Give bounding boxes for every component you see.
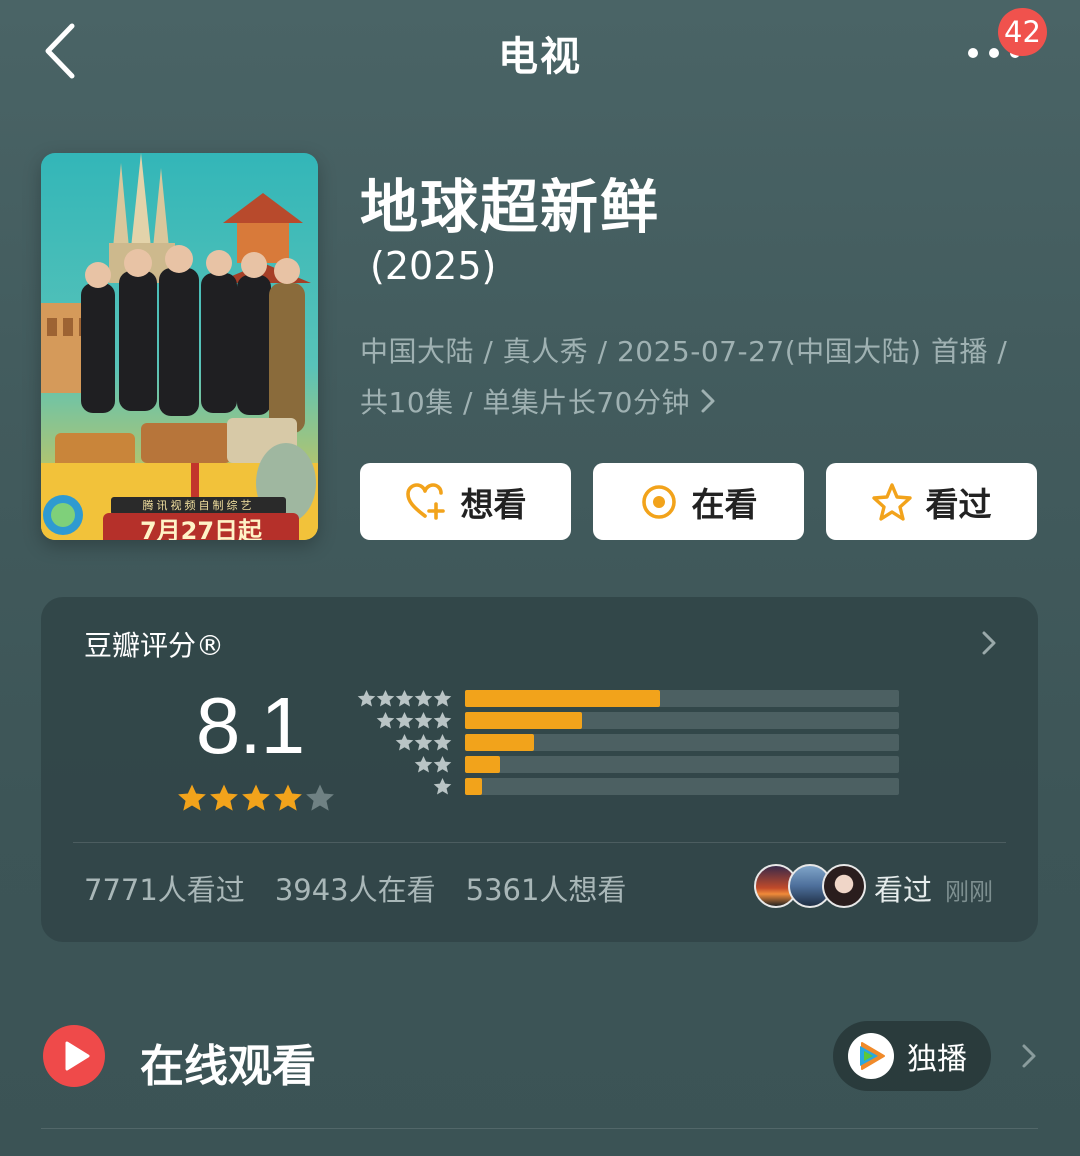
show-poster[interactable]: 腾讯视频自制综艺 7月27日起 xyxy=(41,153,318,540)
distribution-bar-1 xyxy=(465,778,899,795)
online-watch-label: 在线观看 xyxy=(140,1041,316,1092)
distribution-bar-4 xyxy=(465,712,899,729)
star-small-icon xyxy=(395,733,414,751)
show-year: (2025) xyxy=(370,244,497,288)
play-circle-icon xyxy=(43,1025,105,1087)
distribution-bar-3 xyxy=(465,734,899,751)
watching-button[interactable]: 在看 xyxy=(593,463,804,540)
platform-exclusive-button[interactable]: 独播 xyxy=(833,1021,991,1091)
distribution-bar-5 xyxy=(465,690,899,707)
star-small-icon xyxy=(395,711,414,729)
watched-label: 看过 xyxy=(925,484,992,524)
play-icon[interactable] xyxy=(42,1024,106,1088)
friends-activity-label: 看过 xyxy=(874,873,933,907)
star-small-icon xyxy=(414,755,433,773)
avatar xyxy=(822,864,866,908)
star-filled-icon xyxy=(178,784,206,811)
star-filled-icon xyxy=(274,784,302,811)
friend-avatars[interactable] xyxy=(754,864,866,908)
distribution-bar-fill xyxy=(465,712,582,729)
distribution-stars-1 xyxy=(300,777,452,796)
star-small-icon xyxy=(433,777,452,795)
star-small-icon xyxy=(414,733,433,751)
distribution-stars-2 xyxy=(300,755,452,774)
chevron-right-icon xyxy=(982,631,996,655)
distribution-bar-fill xyxy=(465,778,482,795)
distribution-bar-fill xyxy=(465,734,534,751)
star-small-icon xyxy=(433,755,452,773)
distribution-bar-2 xyxy=(465,756,899,773)
star-small-icon xyxy=(395,689,414,707)
star-small-icon xyxy=(357,689,376,707)
star-small-icon xyxy=(433,689,452,707)
distribution-stars-3 xyxy=(300,733,452,752)
distribution-bar-fill xyxy=(465,756,500,773)
chevron-right-icon xyxy=(1022,1044,1036,1068)
distribution-stars-5 xyxy=(300,689,452,708)
star-small-icon xyxy=(414,689,433,707)
more-button[interactable]: 42 xyxy=(958,8,1047,70)
watching-count: 3943人在看 xyxy=(274,873,436,907)
target-circle-icon xyxy=(641,484,676,519)
online-watch-more-button[interactable] xyxy=(1018,1040,1040,1072)
page-title: 电视 xyxy=(498,34,582,80)
show-title: 地球超新鲜 xyxy=(360,173,661,241)
star-small-icon xyxy=(433,733,452,751)
star-filled-icon xyxy=(242,784,270,811)
watching-label: 在看 xyxy=(691,484,758,524)
star-small-icon xyxy=(414,711,433,729)
distribution-bar-fill xyxy=(465,690,660,707)
rating-stats: 7771人看过 3943人在看 5361人想看 xyxy=(84,867,626,909)
star-small-icon xyxy=(376,689,395,707)
star-filled-icon xyxy=(210,784,238,811)
want-to-watch-button[interactable]: 想看 xyxy=(360,463,571,540)
show-meta-line2: 共10集 / 单集片长70分钟 xyxy=(360,386,690,419)
platform-exclusive-label: 独播 xyxy=(907,1042,967,1077)
star-small-icon xyxy=(433,711,452,729)
watched-count: 7771人看过 xyxy=(84,873,245,907)
poster-artwork xyxy=(41,153,318,540)
watched-button[interactable]: 看过 xyxy=(826,463,1037,540)
divider xyxy=(41,1128,1038,1129)
star-small-icon xyxy=(376,711,395,729)
want-count: 5361人想看 xyxy=(465,873,627,907)
star-outline-icon xyxy=(871,482,912,521)
heart-plus-icon xyxy=(405,482,445,520)
show-meta-line1: 中国大陆 / 真人秀 / 2025-07-27(中国大陆) 首播 / xyxy=(360,335,1008,368)
divider xyxy=(73,842,1006,843)
distribution-stars-4 xyxy=(300,711,452,730)
show-meta-details-link[interactable]: 共10集 / 单集片长70分钟 xyxy=(360,381,716,421)
friends-activity-time: 刚刚 xyxy=(945,878,993,906)
rating-details-button[interactable] xyxy=(978,628,1000,658)
rating-label: 豆瓣评分® xyxy=(84,629,225,662)
chevron-right-icon xyxy=(701,389,715,413)
poster-date: 7月27日起 xyxy=(103,513,299,540)
tencent-video-icon xyxy=(848,1033,894,1079)
notification-badge: 42 xyxy=(998,8,1047,56)
want-to-watch-label: 想看 xyxy=(460,484,527,524)
